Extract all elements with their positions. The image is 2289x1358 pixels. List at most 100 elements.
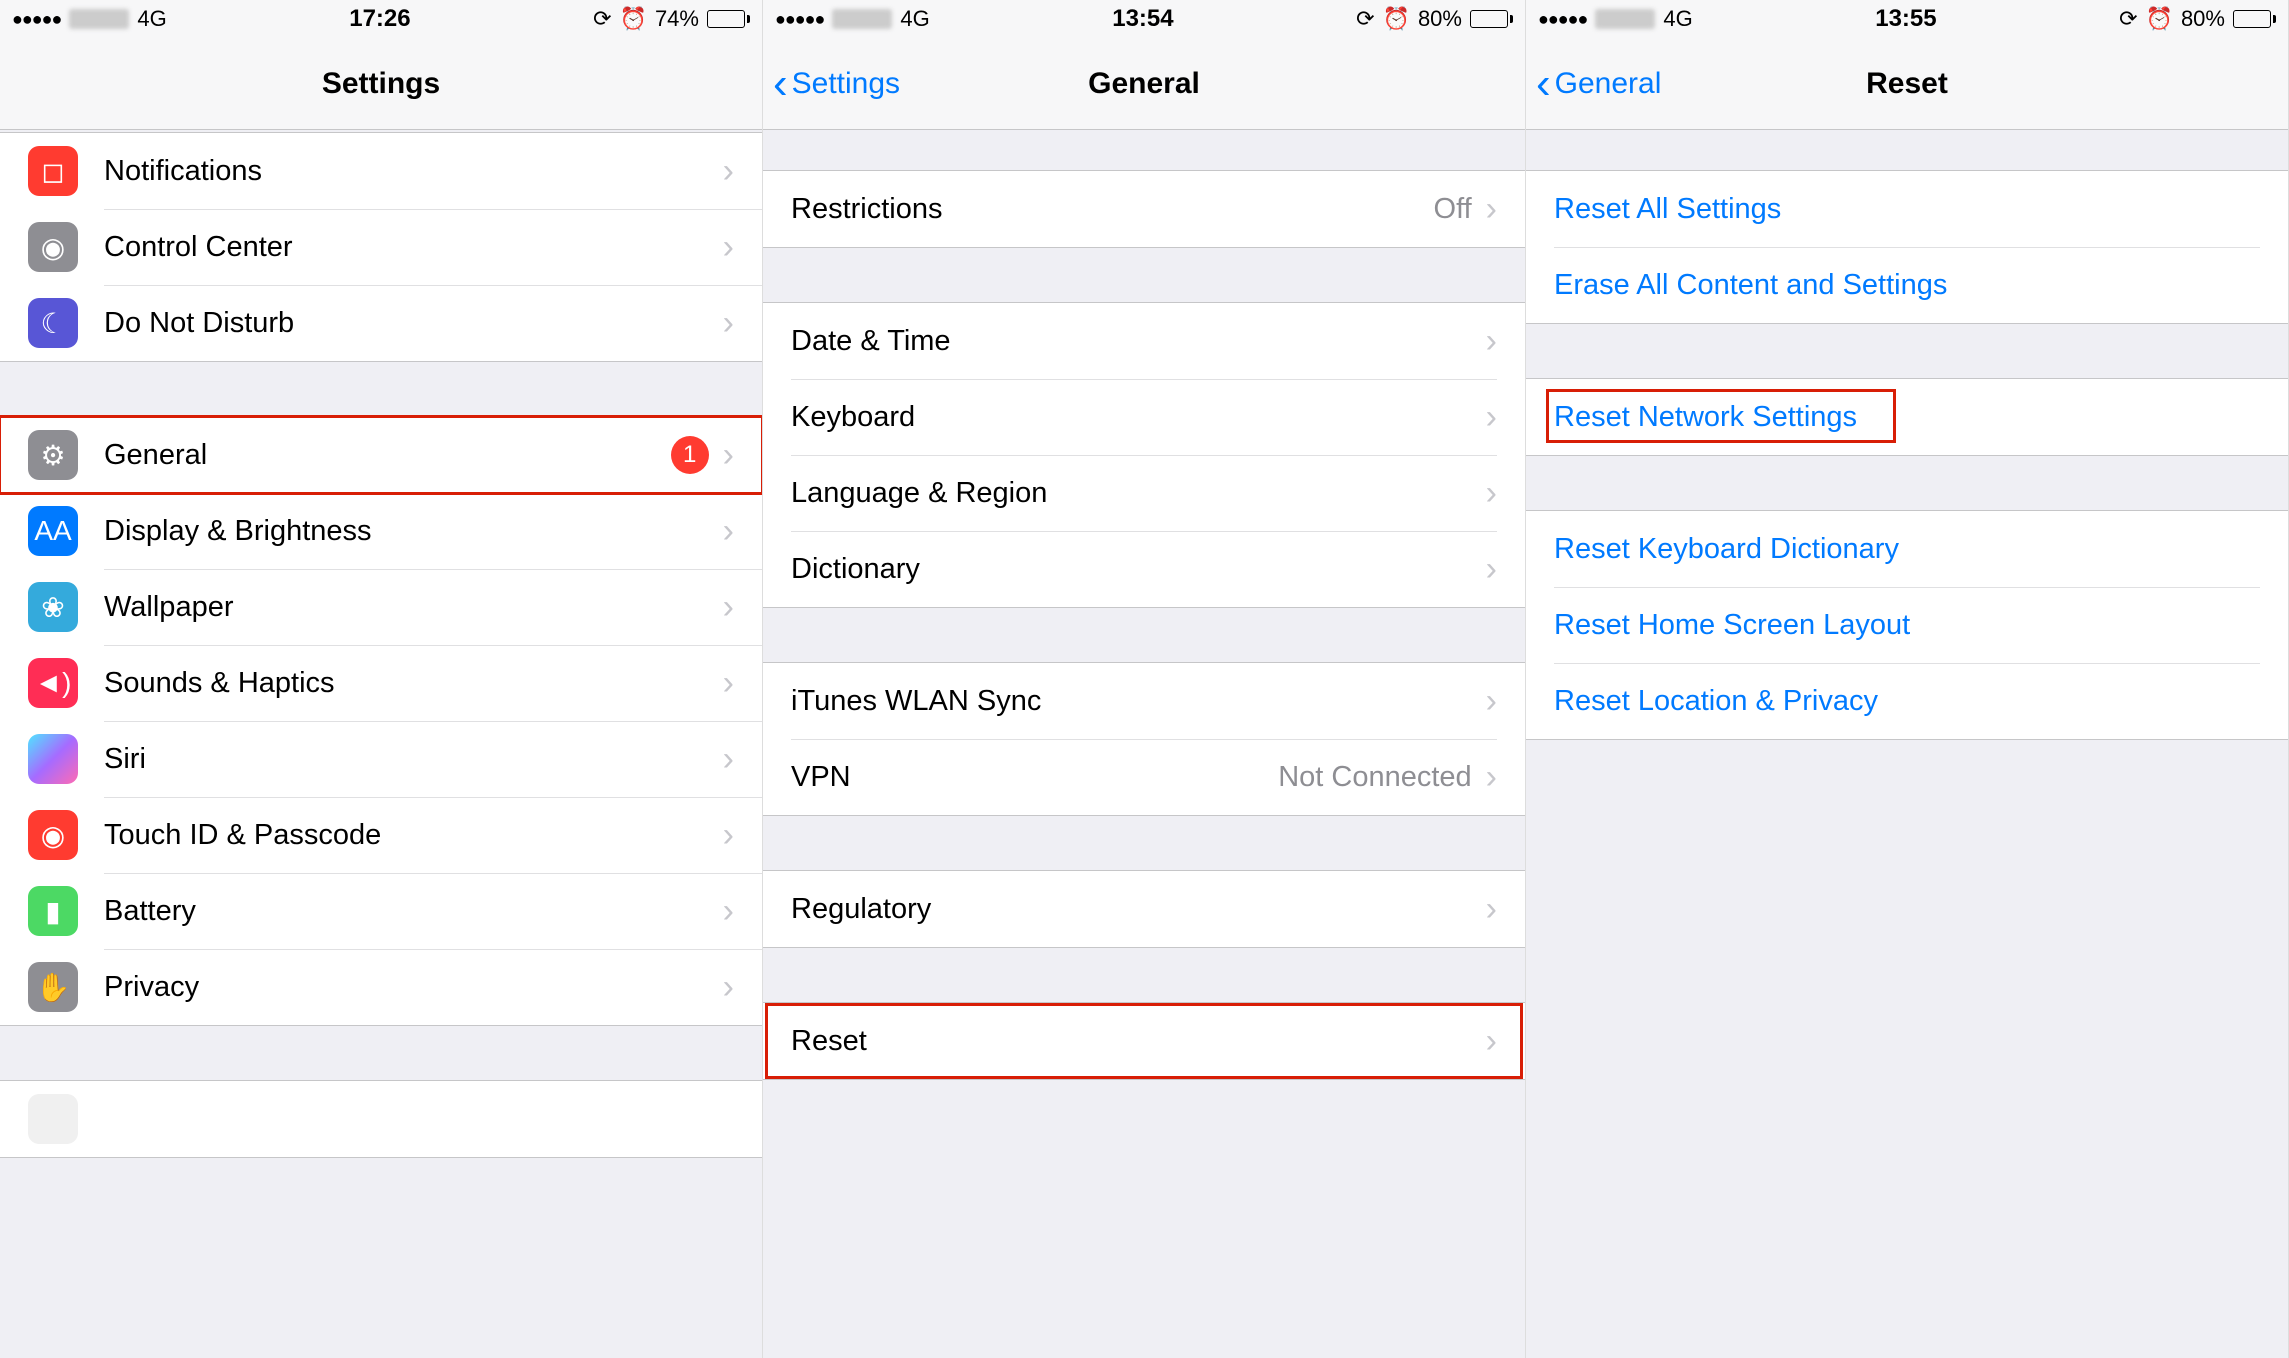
row-sounds-haptics[interactable]: ◄)Sounds & Haptics›: [0, 645, 762, 721]
general-list[interactable]: RestrictionsOff›Date & Time›Keyboard›Lan…: [763, 130, 1525, 1358]
row-label: Notifications: [104, 155, 723, 188]
row-vpn[interactable]: VPNNot Connected›: [763, 739, 1525, 815]
row-label: Date & Time: [791, 325, 1486, 358]
network-label: 4G: [1663, 6, 1692, 32]
row-touch-id[interactable]: ◉Touch ID & Passcode›: [0, 797, 762, 873]
row-restrictions[interactable]: RestrictionsOff›: [763, 171, 1525, 247]
row-reset-all[interactable]: Reset All Settings: [1526, 171, 2288, 247]
group: Regulatory›: [763, 870, 1525, 948]
group: Reset Network Settings: [1526, 378, 2288, 456]
chevron-right-icon: ›: [723, 436, 734, 475]
general-icon: ⚙: [28, 430, 78, 480]
chevron-right-icon: ›: [1486, 550, 1497, 589]
row-date-time[interactable]: Date & Time›: [763, 303, 1525, 379]
row-label: Dictionary: [791, 553, 1486, 586]
row-reset-keyboard[interactable]: Reset Keyboard Dictionary: [1526, 511, 2288, 587]
row-label: Reset Home Screen Layout: [1554, 609, 2260, 642]
battery-icon: [1470, 10, 1513, 28]
group: Reset All Settings Erase All Content and …: [1526, 170, 2288, 324]
row-reset[interactable]: Reset›: [763, 1003, 1525, 1079]
settings-list[interactable]: ◻Notifications›◉Control Center›☾Do Not D…: [0, 130, 762, 1358]
alarm-icon: ⏰: [1383, 6, 1410, 32]
orientation-lock-icon: ⟳: [1356, 6, 1374, 32]
status-bar: ●●●●● 4G 17:26 ⟳ ⏰ 74%: [0, 0, 762, 38]
row-label: Battery: [104, 895, 723, 928]
chevron-right-icon: ›: [1486, 1022, 1497, 1061]
chevron-right-icon: ›: [723, 228, 734, 267]
row-battery[interactable]: ▮Battery›: [0, 873, 762, 949]
status-time: 13:54: [1112, 5, 1173, 33]
battery-icon: [707, 10, 750, 28]
row-label: Restrictions: [791, 193, 1434, 226]
row-label: General: [104, 439, 671, 472]
row-general[interactable]: ⚙General1›: [0, 417, 762, 493]
battery-icon: [2233, 10, 2276, 28]
row-label: Regulatory: [791, 893, 1486, 926]
row-label: Display & Brightness: [104, 515, 723, 548]
chevron-right-icon: ›: [1486, 890, 1497, 929]
control-center-icon: ◉: [28, 222, 78, 272]
carrier-blur: [1595, 9, 1655, 29]
alarm-icon: ⏰: [2146, 6, 2173, 32]
row-keyboard[interactable]: Keyboard›: [763, 379, 1525, 455]
chevron-right-icon: ›: [723, 588, 734, 627]
reset-list[interactable]: Reset All Settings Erase All Content and …: [1526, 130, 2288, 1358]
row-label: VPN: [791, 761, 1278, 794]
row-notifications[interactable]: ◻Notifications›: [0, 133, 762, 209]
row-label: Reset Location & Privacy: [1554, 685, 2260, 718]
status-time: 17:26: [349, 5, 410, 33]
carrier-blur: [69, 9, 129, 29]
row-label: Language & Region: [791, 477, 1486, 510]
nav-back-button[interactable]: ‹ Settings: [773, 62, 900, 106]
chevron-right-icon: ›: [1486, 190, 1497, 229]
group: RestrictionsOff›: [763, 170, 1525, 248]
row-label: Reset All Settings: [1554, 193, 2260, 226]
screen-reset: ●●●●● 4G 13:55 ⟳ ⏰ 80% ‹ General Reset R…: [1526, 0, 2289, 1358]
battery-percent: 80%: [1418, 6, 1462, 32]
chevron-left-icon: ‹: [773, 62, 788, 106]
row-erase-all[interactable]: Erase All Content and Settings: [1526, 247, 2288, 323]
nav-title: Reset: [1866, 67, 1948, 101]
row-language-region[interactable]: Language & Region›: [763, 455, 1525, 531]
row-label: Control Center: [104, 231, 723, 264]
row-placeholder[interactable]: [0, 1081, 762, 1157]
row-privacy[interactable]: ✋Privacy›: [0, 949, 762, 1025]
chevron-left-icon: ‹: [1536, 62, 1551, 106]
row-reset-home[interactable]: Reset Home Screen Layout: [1526, 587, 2288, 663]
row-label: Privacy: [104, 971, 723, 1004]
row-label: iTunes WLAN Sync: [791, 685, 1486, 718]
sounds-haptics-icon: ◄): [28, 658, 78, 708]
nav-back-button[interactable]: ‹ General: [1536, 62, 1661, 106]
privacy-icon: ✋: [28, 962, 78, 1012]
alarm-icon: ⏰: [620, 6, 647, 32]
orientation-lock-icon: ⟳: [2119, 6, 2137, 32]
nav-bar: ‹ Settings General: [763, 38, 1525, 130]
row-reset-network[interactable]: Reset Network Settings: [1526, 379, 2288, 455]
row-do-not-disturb[interactable]: ☾Do Not Disturb›: [0, 285, 762, 361]
row-reset-location[interactable]: Reset Location & Privacy: [1526, 663, 2288, 739]
nav-bar: ‹ General Reset: [1526, 38, 2288, 130]
row-regulatory[interactable]: Regulatory›: [763, 871, 1525, 947]
do-not-disturb-icon: ☾: [28, 298, 78, 348]
row-label: Wallpaper: [104, 591, 723, 624]
group: Date & Time›Keyboard›Language & Region›D…: [763, 302, 1525, 608]
row-dictionary[interactable]: Dictionary›: [763, 531, 1525, 607]
group-2: ⚙General1›AADisplay & Brightness›❀Wallpa…: [0, 416, 762, 1026]
chevron-right-icon: ›: [1486, 322, 1497, 361]
nav-bar: Settings: [0, 38, 762, 130]
notifications-icon: ◻: [28, 146, 78, 196]
row-siri[interactable]: Siri›: [0, 721, 762, 797]
chevron-right-icon: ›: [723, 740, 734, 779]
row-display-brightness[interactable]: AADisplay & Brightness›: [0, 493, 762, 569]
group-3: [0, 1080, 762, 1158]
row-itunes-wlan[interactable]: iTunes WLAN Sync›: [763, 663, 1525, 739]
display-brightness-icon: AA: [28, 506, 78, 556]
row-control-center[interactable]: ◉ Control Center›: [0, 209, 762, 285]
signal-dots-icon: ●●●●●: [12, 9, 61, 30]
touch-id-icon: ◉: [28, 810, 78, 860]
row-wallpaper[interactable]: ❀Wallpaper›: [0, 569, 762, 645]
signal-dots-icon: ●●●●●: [775, 9, 824, 30]
status-bar: ●●●●● 4G 13:55 ⟳ ⏰ 80%: [1526, 0, 2288, 38]
chevron-right-icon: ›: [723, 892, 734, 931]
signal-dots-icon: ●●●●●: [1538, 9, 1587, 30]
